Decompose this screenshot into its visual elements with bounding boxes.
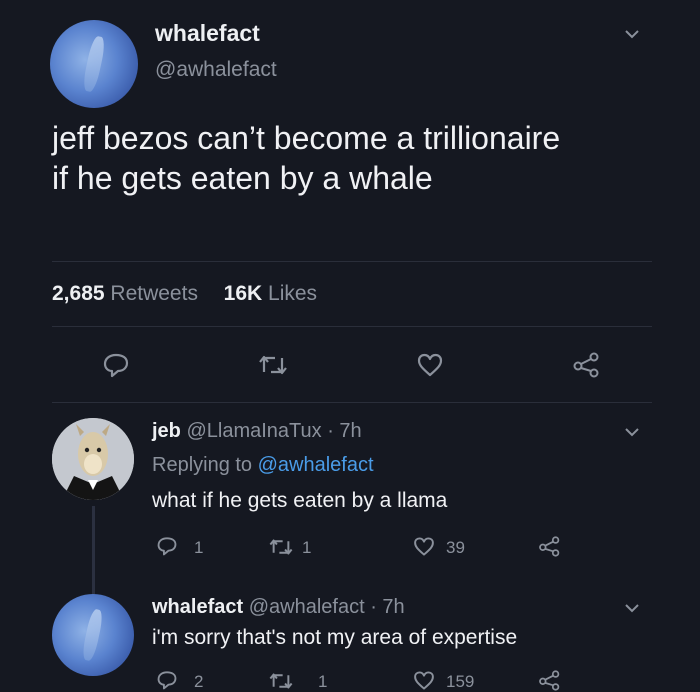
divider xyxy=(52,326,652,327)
divider xyxy=(52,261,652,262)
retweets-label[interactable]: Retweets xyxy=(110,282,198,305)
avatar[interactable] xyxy=(50,20,138,108)
retweet-icon[interactable] xyxy=(258,354,288,376)
reply-text: what if he gets eaten by a llama xyxy=(152,489,448,512)
reply-thread-line xyxy=(92,506,95,598)
reply-icon[interactable] xyxy=(156,536,178,556)
retweet-count: 1 xyxy=(318,672,328,691)
tweet-text-line-2: if he gets eaten by a whale xyxy=(52,160,433,196)
reply-icon[interactable] xyxy=(102,352,130,378)
replying-prefix: Replying to xyxy=(152,454,253,476)
replying-to: Replying to @awhalefact xyxy=(152,454,374,477)
chevron-down-icon[interactable] xyxy=(624,426,640,438)
retweet-icon[interactable] xyxy=(268,538,294,556)
handle[interactable]: @awhalefact xyxy=(155,58,277,82)
heart-icon[interactable] xyxy=(412,670,436,691)
handle[interactable]: @LlamaInaTux xyxy=(186,420,321,442)
like-count: 39 xyxy=(446,538,465,557)
share-icon[interactable] xyxy=(538,670,562,691)
engagement-stats: 2,685 Retweets 16K Likes xyxy=(52,282,317,306)
heart-icon[interactable] xyxy=(416,352,444,378)
tweet-text: jeff bezos can’t become a trillionaire i… xyxy=(52,118,560,198)
divider xyxy=(52,402,652,403)
avatar[interactable] xyxy=(52,418,134,500)
reply-header: whalefact @awhalefact · 7h xyxy=(152,596,405,619)
reply-count: 2 xyxy=(194,672,204,691)
reply-icon[interactable] xyxy=(156,670,178,690)
llama-avatar-icon xyxy=(52,418,134,500)
retweets-count[interactable]: 2,685 xyxy=(52,282,105,305)
share-icon[interactable] xyxy=(572,352,602,378)
handle[interactable]: @awhalefact xyxy=(249,596,365,618)
like-count: 159 xyxy=(446,672,475,691)
heart-icon[interactable] xyxy=(412,536,436,557)
display-name[interactable]: whalefact xyxy=(152,596,243,618)
reply-count: 1 xyxy=(194,538,204,557)
tweet-text-line-1: jeff bezos can’t become a trillionaire xyxy=(52,120,561,156)
likes-label[interactable]: Likes xyxy=(268,282,317,305)
retweet-count: 1 xyxy=(302,538,312,557)
chevron-down-icon[interactable] xyxy=(624,602,640,614)
reply-text: i'm sorry that's not my area of expertis… xyxy=(152,626,518,649)
display-name[interactable]: jeb xyxy=(152,420,181,442)
replying-to-link[interactable]: @awhalefact xyxy=(258,454,374,476)
avatar[interactable] xyxy=(52,594,134,676)
share-icon[interactable] xyxy=(538,536,562,557)
likes-count[interactable]: 16K xyxy=(224,282,263,305)
reply-header: jeb @LlamaInaTux · 7h xyxy=(152,420,362,443)
retweet-icon[interactable] xyxy=(268,672,294,690)
display-name[interactable]: whalefact xyxy=(155,20,260,47)
timestamp[interactable]: · 7h xyxy=(370,596,404,618)
chevron-down-icon[interactable] xyxy=(624,28,640,40)
timestamp[interactable]: · 7h xyxy=(327,420,361,442)
